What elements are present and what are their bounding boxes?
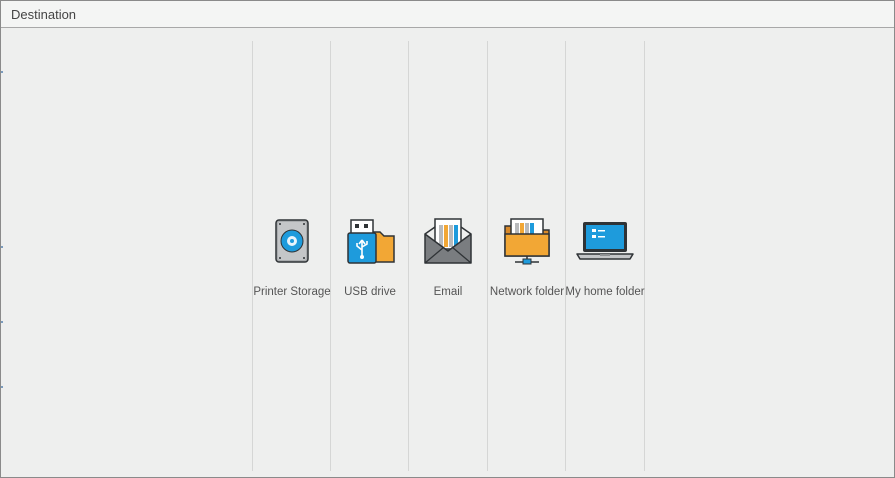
destination-label: Printer Storage (253, 286, 331, 298)
dialog-title: Destination (11, 7, 77, 22)
email-envelope-icon (424, 218, 472, 264)
destination-label: Network folder (489, 286, 565, 298)
destination-printer-storage[interactable]: Printer Storage (253, 216, 331, 306)
edge-marker (1, 386, 3, 388)
network-folder-icon (504, 218, 550, 265)
hard-drive-icon (275, 219, 309, 263)
dialog-header: Destination (1, 1, 894, 28)
laptop-home-folder-icon (576, 222, 634, 260)
destination-dialog: Destination Printer Storage USB drive Em… (0, 0, 895, 478)
destination-label: My home folder (565, 286, 645, 298)
destination-label: USB drive (344, 286, 396, 298)
edge-marker (1, 71, 3, 73)
column-divider (644, 41, 645, 471)
usb-drive-icon (347, 219, 395, 264)
destination-network-folder[interactable]: Network folder (488, 216, 566, 306)
edge-marker (1, 321, 3, 323)
destination-label: Email (433, 286, 463, 298)
destination-usb-drive[interactable]: USB drive (331, 216, 409, 306)
edge-marker (1, 246, 3, 248)
destination-my-home-folder[interactable]: My home folder (565, 216, 645, 306)
destination-email[interactable]: Email (409, 216, 487, 306)
